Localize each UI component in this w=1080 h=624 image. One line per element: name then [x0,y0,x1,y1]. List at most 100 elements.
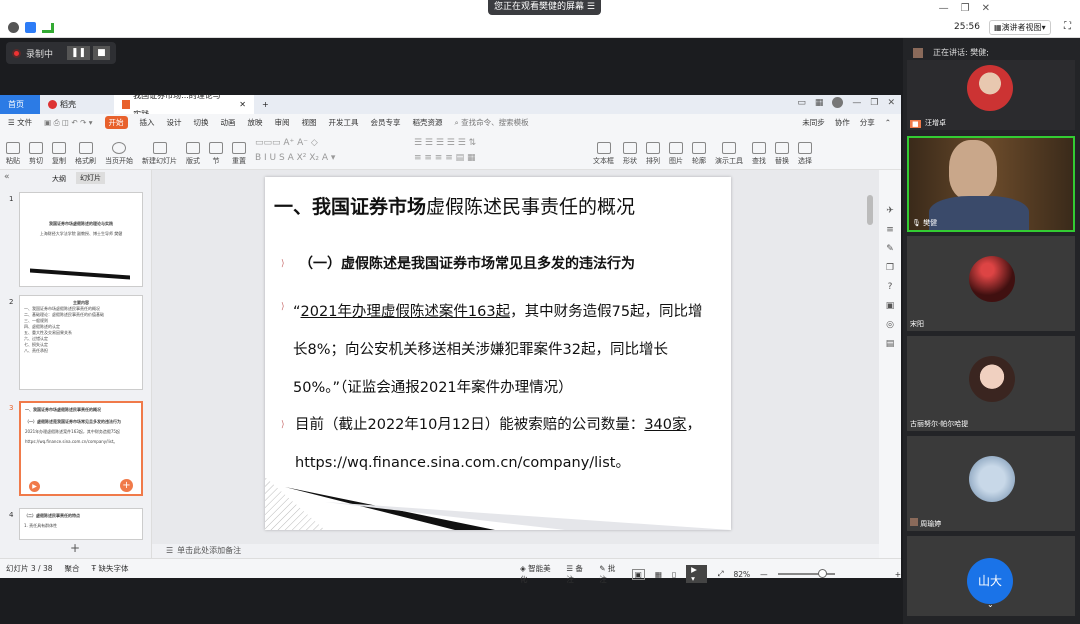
normal-view-icon[interactable]: ▣ [631,568,645,580]
arrange-button[interactable]: 排列 [646,142,660,166]
stop-icon[interactable]: ■ [93,46,110,60]
layout-icon[interactable]: ▭ [797,98,806,108]
zoom-in-icon[interactable]: + [895,570,901,579]
layout-button[interactable]: 版式 [186,142,200,166]
close-tab-icon[interactable]: ✕ [239,95,246,114]
cut-button[interactable]: 剪切 [29,142,43,166]
menu-member[interactable]: 会员专享 [371,117,401,128]
paragraph-controls[interactable]: ☰ ☰ ☰ ☰ ☰ ⇅ ≡ ≡ ≡ ≡ ▤ ▦ [414,136,584,166]
collapse-pane-icon[interactable]: « [4,172,10,182]
pause-icon[interactable]: ❚❚ [67,46,91,60]
slide-thumbnail-1[interactable]: 我国证券市场虚假陈述的理论与实践 上海财经大学法学院 副教授、博士生导师 樊健 [19,192,143,287]
help-icon[interactable]: ? [888,282,893,292]
tab-docer[interactable]: 稻壳 [40,95,114,114]
menu-view[interactable]: 视图 [302,117,317,128]
tab-outline[interactable]: 大纲 [52,174,66,184]
play-slide-icon[interactable]: ▶ [29,481,40,492]
tab-slides[interactable]: 幻灯片 [76,172,105,184]
copy-icon[interactable]: ❐ [886,263,894,273]
participant-tile[interactable]: 古丽努尔·帕尔哈提 [907,336,1075,431]
screen-share-banner[interactable]: 您正在观看樊健的屏幕 ☰ [488,0,601,15]
image-icon[interactable]: ▣ [886,301,895,311]
search-box[interactable]: ⌕ 查找命令、搜索模板 [455,117,529,128]
zoom-out-icon[interactable]: — [760,570,768,579]
fullscreen-icon[interactable]: ⛶ [1064,21,1071,32]
zoom-handle[interactable] [817,569,827,578]
tab-document[interactable]: 我国证券市场...的理论与实践✕ [114,91,254,119]
menu-icon[interactable]: ☰ [587,2,595,12]
select-button[interactable]: 选择 [798,142,812,166]
slide-thumbnail-3[interactable]: 一、我国证券市场虚假陈述民事责任的概况 （一）虚假陈述是我国证券市场常见且多发的… [19,401,143,496]
notes-area[interactable]: ☰ 单击此处添加备注 [152,544,879,558]
comments-toggle[interactable]: ✎ 批注 [599,563,622,585]
share-button[interactable]: 分享 [860,117,875,128]
new-tab-button[interactable]: + [254,95,277,114]
menu-transition[interactable]: 切换 [194,117,209,128]
participant-tile[interactable]: 宋阳 [907,236,1075,331]
tab-home[interactable]: 首页 [0,95,40,114]
participant-tile[interactable]: 周瑜婷 [907,436,1075,531]
current-slide[interactable]: 一、我国证券市场虚假陈述民事责任的概况 ⟩ （一）虚假陈述是我国证券市场常见且多… [265,177,731,530]
chevron-down-icon[interactable]: ⌄ [987,600,994,609]
reading-view-icon[interactable]: ▯ [672,570,676,579]
paste-button[interactable]: 粘贴 [6,142,20,166]
close-icon[interactable]: ✕ [982,3,990,14]
notes-toggle[interactable]: ☰ 备注 [566,563,589,585]
add-slide-button[interactable]: + [70,541,80,555]
zoom-slider[interactable] [777,569,835,578]
outline-button[interactable]: 轮廓 [692,142,706,166]
beautify-button[interactable]: ◈ 智能美化 [520,563,556,585]
missing-font-indicator[interactable]: Ŧ 缺失字体 [92,563,129,574]
reset-button[interactable]: 重置 [232,142,246,166]
sliders-icon[interactable]: ≡ [886,225,894,235]
add-slide-icon[interactable]: + [120,479,133,492]
picture-button[interactable]: 图片 [669,142,683,166]
font-controls[interactable]: ▭▭▭ A⁺ A⁻ ◇ B I U S A X² X₂ A ▾ [255,136,405,166]
menu-developer[interactable]: 开发工具 [329,117,359,128]
theme-name[interactable]: 聚合 [65,563,80,574]
shield-icon[interactable] [25,22,36,33]
play-current-button[interactable]: 当页开始 [105,142,133,166]
section-button[interactable]: 节 [209,142,223,166]
slide-thumbnail-2[interactable]: 主要内容 一、我国证券市场虚假陈述民事责任的概况 二、基础理论：虚假陈述民事责任… [19,295,143,390]
presentation-tools-button[interactable]: 演示工具 [715,142,743,166]
menu-review[interactable]: 审阅 [275,117,290,128]
slideshow-button[interactable]: ▶ ▾ [686,565,708,583]
avatar[interactable] [832,97,844,108]
menu-home[interactable]: 开始 [104,116,128,129]
minimize-icon[interactable]: — [939,3,949,14]
find-button[interactable]: 查找 [752,142,766,166]
vertical-scrollbar[interactable] [867,195,873,225]
shape-button[interactable]: 形状 [623,142,637,166]
sorter-view-icon[interactable]: ▦ [655,570,662,579]
pin-icon[interactable]: ✎ [886,244,894,254]
participant-tile-active[interactable]: 🎙︎ 樊健 [907,136,1075,232]
menu-docer-resources[interactable]: 稻壳资源 [413,117,443,128]
replace-button[interactable]: 替换 [775,142,789,166]
chevron-up-icon[interactable]: ⌃ [885,118,891,127]
textbox-button[interactable]: 文本框 [593,142,614,166]
view-mode-select[interactable]: ▦ 演讲者视图 ▾ [989,20,1051,35]
restore-icon[interactable]: ❐ [961,3,970,14]
copy-button[interactable]: 复制 [52,142,66,166]
menu-slideshow[interactable]: 放映 [248,117,263,128]
close-icon[interactable]: ✕ [887,98,895,108]
menu-animation[interactable]: 动画 [221,117,236,128]
quick-access-icons[interactable]: ▣ ⎙ ◫ ↶ ↷ ▾ [44,118,92,128]
menu-design[interactable]: 设计 [167,117,182,128]
apps-icon[interactable]: ▦ [815,98,824,108]
collaborate-button[interactable]: 协作 [835,117,850,128]
sync-status[interactable]: 未同步 [802,117,825,128]
format-painter-button[interactable]: 格式刷 [75,142,96,166]
book-icon[interactable]: ▤ [886,339,895,349]
new-slide-button[interactable]: 新建幻灯片 [142,142,177,166]
slide-thumbnail-4[interactable]: （二）虚假陈述民事责任的特点 1. 责任具有群体性 [19,508,143,540]
minimize-icon[interactable]: — [852,98,861,108]
menu-file[interactable]: ☰ 文件 [8,117,32,128]
rocket-icon[interactable]: ✈ [886,206,894,216]
participant-tile[interactable]: 山大 ⌄ [907,536,1075,616]
restore-icon[interactable]: ❐ [870,98,878,108]
fit-icon[interactable]: ⤢ [717,569,723,579]
menu-insert[interactable]: 插入 [140,117,155,128]
participant-tile[interactable]: ■ 汪增卓 [907,60,1075,130]
